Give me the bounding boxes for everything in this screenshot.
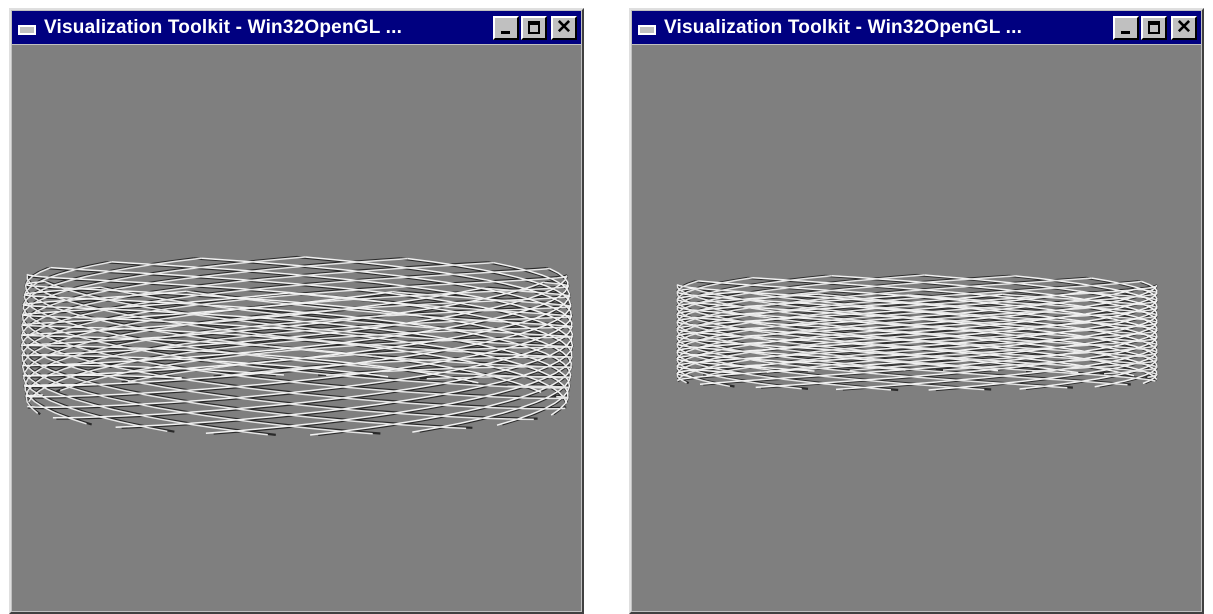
maximize-icon — [528, 20, 540, 34]
maximize-button[interactable] — [1141, 15, 1167, 40]
window-title: Visualization Toolkit - Win32OpenGL ... — [664, 16, 1023, 38]
minimize-icon — [501, 30, 510, 34]
close-icon: ✕ — [556, 16, 572, 38]
minimize-icon — [1121, 30, 1130, 34]
maximize-button[interactable] — [521, 15, 547, 40]
vtk-render-window-left: Visualization Toolkit - Win32OpenGL ... … — [9, 8, 584, 614]
window-title: Visualization Toolkit - Win32OpenGL ... — [44, 16, 403, 38]
minimize-button[interactable] — [493, 15, 519, 40]
close-icon: ✕ — [1176, 16, 1192, 38]
title-bar[interactable]: Visualization Toolkit - Win32OpenGL ... … — [12, 11, 581, 44]
wireframe-cylinder-parallel — [675, 273, 1159, 392]
close-button[interactable]: ✕ — [551, 15, 577, 40]
title-bar[interactable]: Visualization Toolkit - Win32OpenGL ... … — [632, 11, 1201, 44]
wireframe-cylinder-perspective — [20, 255, 574, 436]
window-icon[interactable] — [636, 18, 658, 37]
window-icon[interactable] — [16, 18, 38, 37]
close-button[interactable]: ✕ — [1171, 15, 1197, 40]
maximize-icon — [1148, 20, 1160, 34]
render-viewport[interactable] — [12, 45, 581, 611]
minimize-button[interactable] — [1113, 15, 1139, 40]
vtk-render-window-right: Visualization Toolkit - Win32OpenGL ... … — [629, 8, 1204, 614]
render-viewport[interactable] — [632, 45, 1201, 611]
